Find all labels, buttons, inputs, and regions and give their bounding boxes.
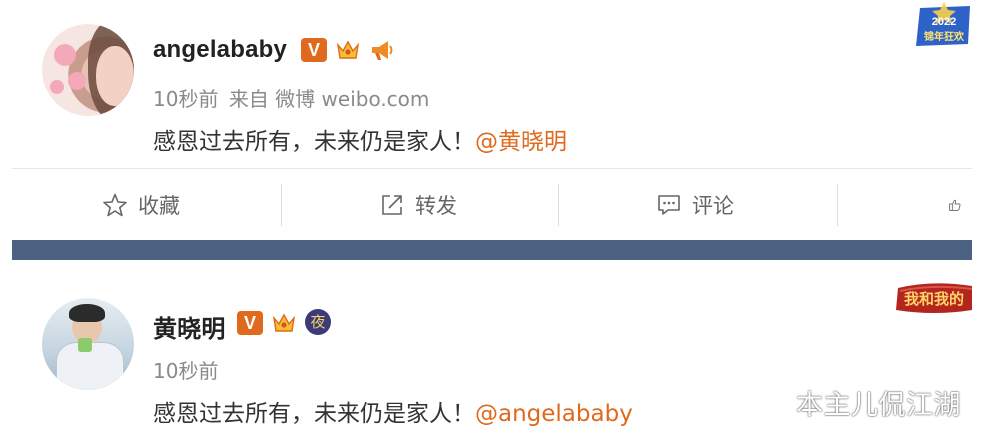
repost-button[interactable]: 转发 [379, 188, 457, 222]
favorite-label: 收藏 [138, 194, 180, 218]
post-meta: 10秒前 来自 微博 weibo.com [153, 83, 429, 112]
event-badge-2022[interactable]: 2022 锦年狂欢 [914, 0, 972, 50]
repost-label: 转发 [415, 194, 457, 218]
verified-icon: V [301, 38, 327, 62]
comment-label: 评论 [692, 194, 734, 218]
banner-text: 我和我的 [904, 290, 964, 308]
crown-icon[interactable] [271, 309, 297, 335]
watermark: 本主儿侃江湖 [796, 390, 961, 421]
like-button[interactable] [948, 188, 972, 222]
crown-icon[interactable] [335, 36, 361, 62]
post-source[interactable]: 来自 微博 weibo.com [229, 87, 430, 111]
post-username[interactable]: 黄晓明 [153, 309, 226, 344]
post-text: 感恩过去所有，未来仍是家人！ [153, 401, 475, 427]
divider [12, 168, 972, 169]
separator [837, 184, 838, 226]
post-time: 10秒前 [153, 359, 219, 383]
post-text: 感恩过去所有，未来仍是家人！ [153, 129, 475, 155]
avatar-angelababy[interactable] [42, 24, 134, 116]
megaphone-icon[interactable] [369, 37, 395, 63]
separator [558, 184, 559, 226]
post-content: 感恩过去所有，未来仍是家人！@angelababy [153, 394, 633, 428]
section-band [12, 240, 972, 260]
badge-text: 锦年狂欢 [924, 30, 965, 43]
avatar-huang-xiaoming[interactable] [42, 298, 134, 390]
thumbs-up-icon [949, 199, 961, 211]
post-content: 感恩过去所有，未来仍是家人！@黄晓明 [153, 122, 567, 156]
night-badge-icon[interactable]: 夜 [305, 309, 331, 335]
comment-button[interactable]: 评论 [656, 188, 734, 222]
post-time: 10秒前 [153, 87, 219, 111]
mention-link[interactable]: @黄晓明 [475, 129, 567, 155]
mention-link[interactable]: @angelababy [475, 401, 633, 427]
comment-icon [658, 195, 680, 215]
verified-icon: V [237, 311, 263, 335]
badge-year: 2022 [932, 16, 956, 28]
post-username[interactable]: angelababy [153, 36, 287, 64]
share-icon [382, 195, 402, 215]
separator [281, 184, 282, 226]
event-banner[interactable]: 我和我的 [894, 280, 972, 316]
favorite-button[interactable]: 收藏 [102, 188, 180, 222]
star-icon [103, 193, 127, 217]
